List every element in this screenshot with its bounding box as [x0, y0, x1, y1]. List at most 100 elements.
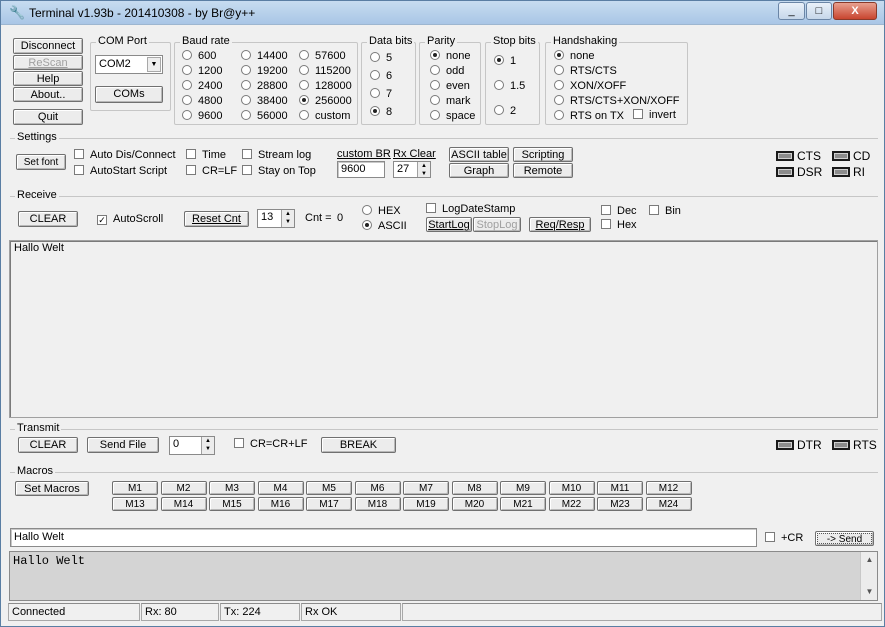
macro-button-m2[interactable]: M2 [160, 481, 207, 495]
radio-dot[interactable] [182, 110, 192, 120]
disconnect-button[interactable]: Disconnect [13, 38, 83, 54]
radio-dot[interactable] [430, 110, 440, 120]
checkbox-box[interactable] [649, 205, 659, 215]
macro-button-m17[interactable]: M17 [306, 497, 352, 511]
hex-radio[interactable]: HEX [362, 205, 401, 218]
databits-radio-6[interactable]: 6 [370, 70, 392, 83]
databits-radio-8[interactable]: 8 [370, 106, 392, 119]
macro-button-m18[interactable]: M18 [354, 497, 401, 511]
set-font-button[interactable]: Set font [16, 154, 66, 170]
close-button[interactable]: X [833, 2, 877, 20]
parity-radio-mark[interactable]: mark [430, 95, 470, 108]
remote-button[interactable]: Remote [513, 163, 573, 178]
handshaking-radio-xon-xoff[interactable]: XON/XOFF [554, 80, 626, 93]
baud-radio-38400[interactable]: 38400 [241, 95, 288, 108]
radio-dot[interactable] [554, 110, 564, 120]
baud-radio-28800[interactable]: 28800 [241, 80, 288, 93]
radio-dot[interactable] [362, 205, 372, 215]
check-icon[interactable]: ✓ [97, 215, 107, 225]
radio-dot[interactable] [362, 220, 372, 230]
checkbox-box[interactable] [234, 438, 244, 448]
handshaking-radio-rts-on-tx[interactable]: RTS on TX [554, 110, 624, 123]
baud-radio-1200[interactable]: 1200 [182, 65, 222, 78]
radio-dot[interactable] [241, 50, 251, 60]
autostart-script-checkbox[interactable]: AutoStart Script [74, 165, 167, 178]
databits-radio-7[interactable]: 7 [370, 88, 392, 101]
title-bar[interactable]: 🔧 Terminal v1.93b - 201410308 - by Br@y+… [1, 1, 884, 25]
radio-dot[interactable] [241, 65, 251, 75]
macro-button-m19[interactable]: M19 [403, 497, 449, 511]
radio-dot[interactable] [494, 55, 504, 65]
spin-arrows-icon[interactable]: ▲ ▼ [201, 437, 214, 454]
stream-log-checkbox[interactable]: Stream log [242, 149, 311, 162]
checkbox-box[interactable] [765, 532, 775, 542]
radio-dot[interactable] [182, 50, 192, 60]
handshaking-radio-rts-cts-xon-xoff[interactable]: RTS/CTS+XON/XOFF [554, 95, 680, 108]
baud-radio-57600[interactable]: 57600 [299, 50, 346, 63]
checkbox-box[interactable] [633, 109, 643, 119]
send-input[interactable]: Hallo Welt [10, 528, 757, 547]
scroll-up-icon[interactable]: ▲ [861, 552, 878, 568]
reset-cnt-button[interactable]: Reset Cnt [184, 211, 249, 227]
macro-button-m3[interactable]: M3 [209, 481, 255, 495]
chevron-down-icon[interactable]: ▼ [147, 57, 161, 72]
radio-dot[interactable] [554, 50, 564, 60]
set-macros-button[interactable]: Set Macros [15, 481, 89, 496]
radio-dot[interactable] [430, 95, 440, 105]
macro-button-m12[interactable]: M12 [645, 481, 692, 495]
spin-arrows-icon[interactable]: ▲ ▼ [281, 210, 294, 227]
baud-radio-14400[interactable]: 14400 [241, 50, 288, 63]
output-log[interactable]: Hallo Welt ▲ ▼ [9, 551, 878, 601]
stopbits-radio-1[interactable]: 1 [494, 55, 516, 68]
baud-radio-4800[interactable]: 4800 [182, 95, 222, 108]
ascii-table-button[interactable]: ASCII table [449, 147, 509, 162]
checkbox-box[interactable] [74, 165, 84, 175]
bin-checkbox[interactable]: Bin [649, 205, 681, 218]
baud-radio-56000[interactable]: 56000 [241, 110, 288, 123]
radio-dot[interactable] [241, 95, 251, 105]
transmit-spinner[interactable]: 0 ▲ ▼ [169, 436, 215, 455]
radio-dot[interactable] [430, 65, 440, 75]
radio-dot[interactable] [370, 52, 380, 62]
macro-button-m4[interactable]: M4 [257, 481, 304, 495]
logdatestamp-checkbox[interactable]: LogDateStamp [426, 203, 515, 216]
baud-radio-9600[interactable]: 9600 [182, 110, 222, 123]
macro-button-m11[interactable]: M11 [597, 481, 643, 495]
radio-dot[interactable] [554, 65, 564, 75]
checkbox-box[interactable] [242, 149, 252, 159]
invert-checkbox[interactable]: invert [633, 109, 676, 122]
com-port-select[interactable]: COM2 ▼ [95, 55, 163, 74]
baud-radio-2400[interactable]: 2400 [182, 80, 222, 93]
macro-button-m5[interactable]: M5 [306, 481, 352, 495]
radio-dot[interactable] [370, 88, 380, 98]
checkbox-box[interactable] [186, 165, 196, 175]
radio-dot[interactable] [241, 110, 251, 120]
scripting-button[interactable]: Scripting [513, 147, 573, 162]
cnt-spinner[interactable]: 13 ▲ ▼ [257, 209, 295, 228]
plus-cr-checkbox[interactable]: +CR [765, 532, 803, 545]
checkbox-box[interactable] [74, 149, 84, 159]
macro-button-m16[interactable]: M16 [257, 497, 304, 511]
stopbits-radio-1-5[interactable]: 1.5 [494, 80, 525, 93]
radio-dot[interactable] [182, 80, 192, 90]
macro-button-m23[interactable]: M23 [597, 497, 643, 511]
coms-button[interactable]: COMs [95, 86, 163, 103]
radio-dot[interactable] [554, 95, 564, 105]
stay-on-top-checkbox[interactable]: Stay on Top [242, 165, 316, 178]
radio-dot[interactable] [182, 95, 192, 105]
break-button[interactable]: BREAK [321, 437, 396, 453]
help-button[interactable]: Help [13, 71, 83, 86]
send-file-button[interactable]: Send File [87, 437, 159, 453]
cr-lf-checkbox[interactable]: CR=LF [186, 165, 237, 178]
parity-radio-none[interactable]: none [430, 50, 470, 63]
autoscroll-checkbox[interactable]: ✓ AutoScroll [97, 213, 163, 226]
rx-clear-spinner[interactable]: 27 ▲ ▼ [393, 161, 431, 178]
vertical-scrollbar[interactable]: ▲ ▼ [860, 552, 877, 600]
startlog-button[interactable]: StartLog [426, 217, 472, 232]
radio-dot[interactable] [370, 106, 380, 116]
time-checkbox[interactable]: Time [186, 149, 226, 162]
radio-dot[interactable] [299, 80, 309, 90]
checkbox-box[interactable] [601, 205, 611, 215]
custom-br-input[interactable]: 9600 [337, 161, 385, 178]
auto-dis-connect-checkbox[interactable]: Auto Dis/Connect [74, 149, 176, 162]
